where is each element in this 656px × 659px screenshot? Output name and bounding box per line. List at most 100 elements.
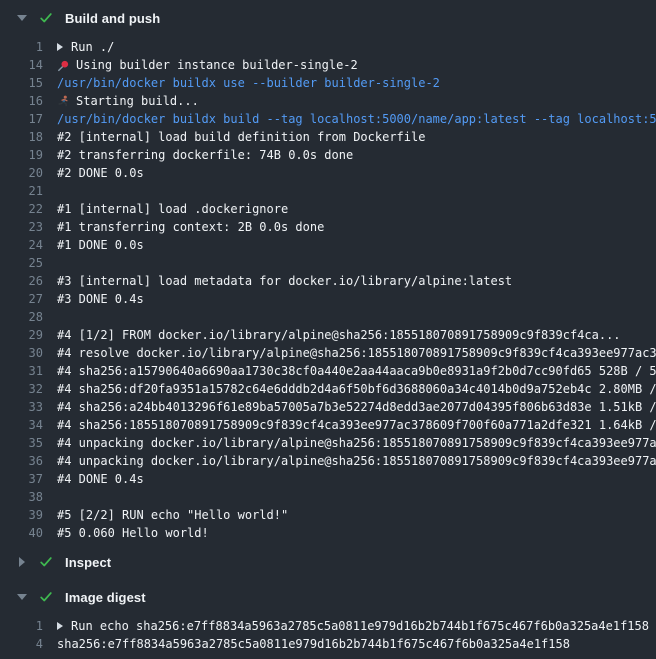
log-line: 21 [0,182,656,200]
success-check-icon [39,590,53,604]
line-text: #5 0.060 Hello world! [57,524,209,542]
log-line: 1 Run ./ [0,38,656,56]
line-content: #4 [1/2] FROM docker.io/library/alpine@s… [43,326,656,344]
log-line: 38 [0,488,656,506]
section-toggle [17,557,27,567]
line-content: #4 DONE 0.4s [43,470,656,488]
line-text: #1 transferring context: 2B 0.0s done [57,218,324,236]
line-number[interactable]: 39 [0,506,43,524]
log-line: 32 #4 sha256:df20fa9351a15782c64e6dddb2d… [0,380,656,398]
run-expander-icon[interactable] [57,43,63,51]
line-content: Run echo sha256:e7ff8834a5963a2785c5a081… [43,617,656,635]
section-toggle [17,594,27,600]
log-line: 22 #1 [internal] load .dockerignore [0,200,656,218]
pushpin-icon [57,59,70,72]
log-section: Build and push 1 Run ./ [0,4,656,548]
line-number[interactable]: 35 [0,434,43,452]
line-content: #5 0.060 Hello world! [43,524,656,542]
line-number[interactable]: 22 [0,200,43,218]
line-text: #4 unpacking docker.io/library/alpine@sh… [57,452,656,470]
line-number[interactable]: 19 [0,146,43,164]
line-number[interactable]: 17 [0,110,43,128]
line-number[interactable]: 30 [0,344,43,362]
log-line: 1 Run echo sha256:e7ff8834a5963a2785c5a0… [0,617,656,635]
line-content: Starting build... [43,92,656,110]
line-content: #4 sha256:a24bb4013296f61e89ba57005a7b3e… [43,398,656,416]
line-content: #4 unpacking docker.io/library/alpine@sh… [43,434,656,452]
line-text: #4 sha256:a15790640a6690aa1730c38cf0a440… [57,362,656,380]
line-content: #5 [2/2] RUN echo "Hello world!" [43,506,656,524]
line-number[interactable]: 33 [0,398,43,416]
line-content: Run ./ [43,38,656,56]
log-line: 18 #2 [internal] load build definition f… [0,128,656,146]
section-body: 1 Run ./ 14 [0,32,656,548]
line-text: sha256:e7ff8834a5963a2785c5a0811e979d16b… [57,635,570,653]
line-text: #3 DONE 0.4s [57,290,144,308]
line-text: Run ./ [71,38,114,56]
line-text: #4 DONE 0.4s [57,470,144,488]
log-line: 36 #4 unpacking docker.io/library/alpine… [0,452,656,470]
line-number[interactable]: 34 [0,416,43,434]
line-number[interactable]: 28 [0,308,43,326]
log-line: 31 #4 sha256:a15790640a6690aa1730c38cf0a… [0,362,656,380]
line-text: #4 sha256:a24bb4013296f61e89ba57005a7b3e… [57,398,656,416]
log-line: 23 #1 transferring context: 2B 0.0s done [0,218,656,236]
line-number[interactable]: 38 [0,488,43,506]
line-text: #4 sha256:185518070891758909c9f839cf4ca3… [57,416,656,434]
log-line: 16 Starting build... [0,92,656,110]
section-toggle [17,15,27,21]
line-content: #2 transferring dockerfile: 74B 0.0s don… [43,146,656,164]
log-section: Inspect [0,548,656,576]
chevron-down-icon [17,15,27,21]
line-number[interactable]: 20 [0,164,43,182]
line-content: sha256:e7ff8834a5963a2785c5a0811e979d16b… [43,635,656,653]
line-number[interactable]: 1 [0,38,43,56]
log-line: 27 #3 DONE 0.4s [0,290,656,308]
line-number[interactable]: 14 [0,56,43,74]
log-line: 15 /usr/bin/docker buildx use --builder … [0,74,656,92]
line-text: /usr/bin/docker buildx build --tag local… [57,110,656,128]
run-expander-icon[interactable] [57,622,63,630]
line-number[interactable]: 25 [0,254,43,272]
log-line: 25 [0,254,656,272]
line-text: #3 [internal] load metadata for docker.i… [57,272,512,290]
line-number[interactable]: 21 [0,182,43,200]
line-number[interactable]: 4 [0,635,43,653]
line-number[interactable]: 31 [0,362,43,380]
line-content: /usr/bin/docker buildx use --builder bui… [43,74,656,92]
log-line: 35 #4 unpacking docker.io/library/alpine… [0,434,656,452]
section-header[interactable]: Inspect [0,548,656,576]
line-number[interactable]: 29 [0,326,43,344]
line-text: #4 [1/2] FROM docker.io/library/alpine@s… [57,326,621,344]
log-line: 24 #1 DONE 0.0s [0,236,656,254]
line-number[interactable]: 1 [0,617,43,635]
section-title: Image digest [65,590,146,605]
line-content: #2 DONE 0.0s [43,164,656,182]
section-header[interactable]: Build and push [0,4,656,32]
section-header[interactable]: Image digest [0,583,656,611]
line-number[interactable]: 40 [0,524,43,542]
line-number[interactable]: 26 [0,272,43,290]
runner-icon [57,95,70,108]
log-line: 29 #4 [1/2] FROM docker.io/library/alpin… [0,326,656,344]
line-number[interactable]: 15 [0,74,43,92]
line-number[interactable]: 37 [0,470,43,488]
log-line: 4 sha256:e7ff8834a5963a2785c5a0811e979d1… [0,635,656,653]
line-number[interactable]: 23 [0,218,43,236]
log-line: 39 #5 [2/2] RUN echo "Hello world!" [0,506,656,524]
log-line: 34 #4 sha256:185518070891758909c9f839cf4… [0,416,656,434]
line-text: Starting build... [76,92,199,110]
line-number[interactable]: 18 [0,128,43,146]
line-number[interactable]: 36 [0,452,43,470]
line-content: #4 resolve docker.io/library/alpine@sha2… [43,344,656,362]
chevron-down-icon [17,594,27,600]
line-number[interactable]: 24 [0,236,43,254]
line-number[interactable]: 32 [0,380,43,398]
line-number[interactable]: 16 [0,92,43,110]
line-text: #1 [internal] load .dockerignore [57,200,288,218]
log-section: Image digest 1 Run echo sha256:e7ff [0,583,656,659]
log-line: 26 #3 [internal] load metadata for docke… [0,272,656,290]
line-number[interactable]: 27 [0,290,43,308]
success-check-icon [39,555,53,569]
line-text: Using builder instance builder-single-2 [76,56,358,74]
